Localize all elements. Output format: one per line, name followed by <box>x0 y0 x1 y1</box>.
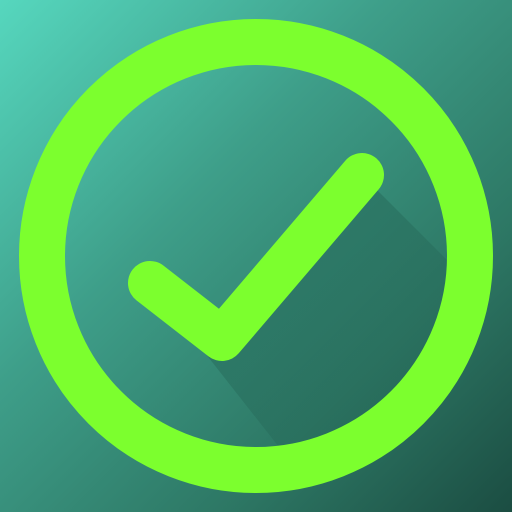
app-icon <box>0 0 512 512</box>
check-circle-icon <box>19 19 493 493</box>
